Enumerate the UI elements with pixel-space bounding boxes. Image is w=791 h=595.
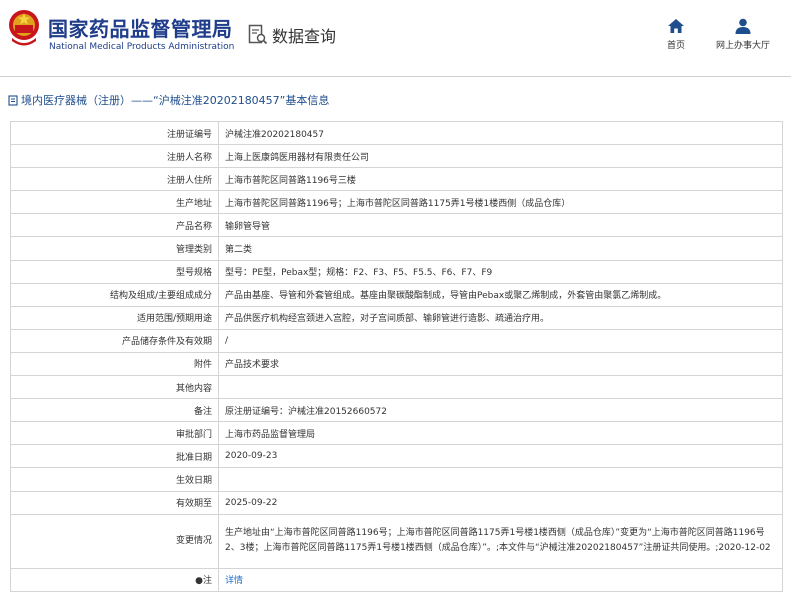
brand-title: 国家药品监督管理局 bbox=[48, 17, 233, 41]
field-label: 产品名称 bbox=[10, 213, 219, 238]
field-value: 第二类 bbox=[218, 236, 783, 261]
field-value: 生产地址由“上海市普陀区同普路1196号；上海市普陀区同普路1175弄1号楼1楼… bbox=[218, 513, 783, 569]
field-label: 有效期至 bbox=[10, 490, 219, 515]
table-row: 生产地址 上海市普陀区同普路1196号；上海市普陀区同普路1175弄1号楼1楼西侧… bbox=[10, 190, 783, 215]
site-header: 国家药品监督管理局 National Medical Products Admi… bbox=[0, 0, 791, 66]
nav-online-hall-label: 网上办事大厅 bbox=[715, 41, 770, 51]
data-query-button[interactable]: 数据查询 bbox=[248, 24, 336, 46]
field-value: 上海上医康鸽医用器材有限责任公司 bbox=[218, 144, 783, 169]
field-value: 上海市普陀区同普路1196号三楼 bbox=[218, 167, 783, 192]
brand-subtitle: National Medical Products Administration bbox=[49, 42, 235, 52]
nav-home-button[interactable]: 首页 bbox=[660, 18, 692, 51]
table-row: 注册证编号 沪械注准20202180457 bbox=[10, 120, 783, 146]
field-label: 管理类别 bbox=[10, 236, 219, 261]
field-value: 产品技术要求 bbox=[218, 351, 783, 377]
table-row: 注册人住所 上海市普陀区同普路1196号三楼 bbox=[10, 167, 783, 192]
field-label: 注册人名称 bbox=[10, 144, 219, 169]
table-row: 备注 原注册证编号：沪械注准20152660572 bbox=[10, 398, 783, 423]
field-label: 备注 bbox=[10, 398, 219, 423]
table-row: 生效日期 bbox=[10, 467, 783, 492]
table-row: 产品储存条件及有效期 / bbox=[10, 328, 783, 353]
field-label: 附件 bbox=[10, 351, 219, 377]
field-label: 批准日期 bbox=[10, 444, 219, 469]
table-row: 型号规格 型号：PE型，Pebax型；规格：F2、F3、F5、F5.5、F6、F7… bbox=[10, 259, 783, 284]
field-value: 上海市药品监督管理局 bbox=[218, 421, 783, 446]
field-value: 输卵管导管 bbox=[218, 213, 783, 238]
field-value bbox=[218, 375, 783, 400]
table-row: 附件 产品技术要求 bbox=[10, 351, 783, 377]
field-value: 产品供医疗机构经宫颈进入宫腔，对子宫间质部、输卵管进行造影、疏通治疗用。 bbox=[218, 305, 783, 330]
table-row: 结构及组成/主要组成成分 产品由基座、导管和外套管组成。基座由聚碳酸酯制成，导管由… bbox=[10, 282, 783, 307]
table-row: 注册人名称 上海上医康鸽医用器材有限责任公司 bbox=[10, 144, 783, 169]
table-row: 批准日期 2020-09-23 bbox=[10, 444, 783, 469]
registration-detail-table: 注册证编号 沪械注准20202180457 注册人名称 上海上医康鸽医用器材有限责任… bbox=[10, 120, 783, 592]
table-row: 适用范围/预期用途 产品供医疗机构经宫颈进入宫腔，对子宫间质部、输卵管进行造影、疏… bbox=[10, 305, 783, 330]
table-row: 审批部门 上海市药品监督管理局 bbox=[10, 421, 783, 446]
field-value: 型号：PE型，Pebax型；规格：F2、F3、F5、F5.5、F6、F7、F9 bbox=[218, 259, 783, 284]
field-value: 上海市普陀区同普路1196号；上海市普陀区同普路1175弄1号楼1楼西侧（成品仓… bbox=[218, 190, 783, 215]
user-icon bbox=[735, 18, 751, 34]
field-value: 产品由基座、导管和外套管组成。基座由聚碳酸酯制成，导管由Pebax或聚乙烯制成，… bbox=[218, 282, 783, 307]
field-label: 审批部门 bbox=[10, 421, 219, 446]
field-label: ●注 bbox=[10, 567, 219, 592]
data-query-label: 数据查询 bbox=[272, 27, 337, 46]
field-label: 产品储存条件及有效期 bbox=[10, 328, 219, 353]
document-search-icon bbox=[248, 24, 268, 45]
field-label: 生产地址 bbox=[10, 190, 219, 215]
table-row: 管理类别 第二类 bbox=[10, 236, 783, 261]
field-value: / bbox=[218, 328, 783, 353]
field-label: 变更情况 bbox=[10, 513, 219, 569]
breadcrumb-text: 境内医疗器械（注册）——“沪械注准20202180457”基本信息 bbox=[21, 94, 330, 107]
field-label: 适用范围/预期用途 bbox=[10, 305, 219, 330]
table-row: 其他内容 bbox=[10, 375, 783, 400]
table-row: 有效期至 2025-09-22 bbox=[10, 490, 783, 515]
field-value bbox=[218, 467, 783, 492]
table-row: 变更情况 生产地址由“上海市普陀区同普路1196号；上海市普陀区同普路1175弄1… bbox=[10, 513, 783, 569]
field-value: 2025-09-22 bbox=[218, 490, 783, 515]
field-value: 沪械注准20202180457 bbox=[218, 120, 783, 146]
nav-online-hall-button[interactable]: 网上办事大厅 bbox=[708, 18, 778, 51]
field-value: 原注册证编号：沪械注准20152660572 bbox=[218, 398, 783, 423]
field-label: 注册证编号 bbox=[10, 120, 219, 146]
table-row: ●注 详情 bbox=[10, 567, 783, 592]
bullet-dot-icon: ● bbox=[195, 576, 203, 587]
field-value: 2020-09-23 bbox=[218, 444, 783, 469]
breadcrumb: 境内医疗器械（注册）——“沪械注准20202180457”基本信息 bbox=[8, 92, 329, 108]
field-label: 其他内容 bbox=[10, 375, 219, 400]
nav-home-label: 首页 bbox=[666, 41, 685, 51]
header-divider bbox=[0, 76, 791, 77]
field-label: 型号规格 bbox=[10, 259, 219, 284]
details-link[interactable]: 详情 bbox=[225, 576, 243, 586]
field-value: 详情 bbox=[218, 567, 783, 592]
national-emblem-icon bbox=[9, 10, 39, 46]
table-row: 产品名称 输卵管导管 bbox=[10, 213, 783, 238]
field-label: 结构及组成/主要组成成分 bbox=[10, 282, 219, 307]
document-icon bbox=[8, 94, 18, 106]
note-label: 注 bbox=[202, 576, 212, 587]
home-icon bbox=[668, 19, 684, 33]
field-label: 注册人住所 bbox=[10, 167, 219, 192]
field-label: 生效日期 bbox=[10, 467, 219, 492]
